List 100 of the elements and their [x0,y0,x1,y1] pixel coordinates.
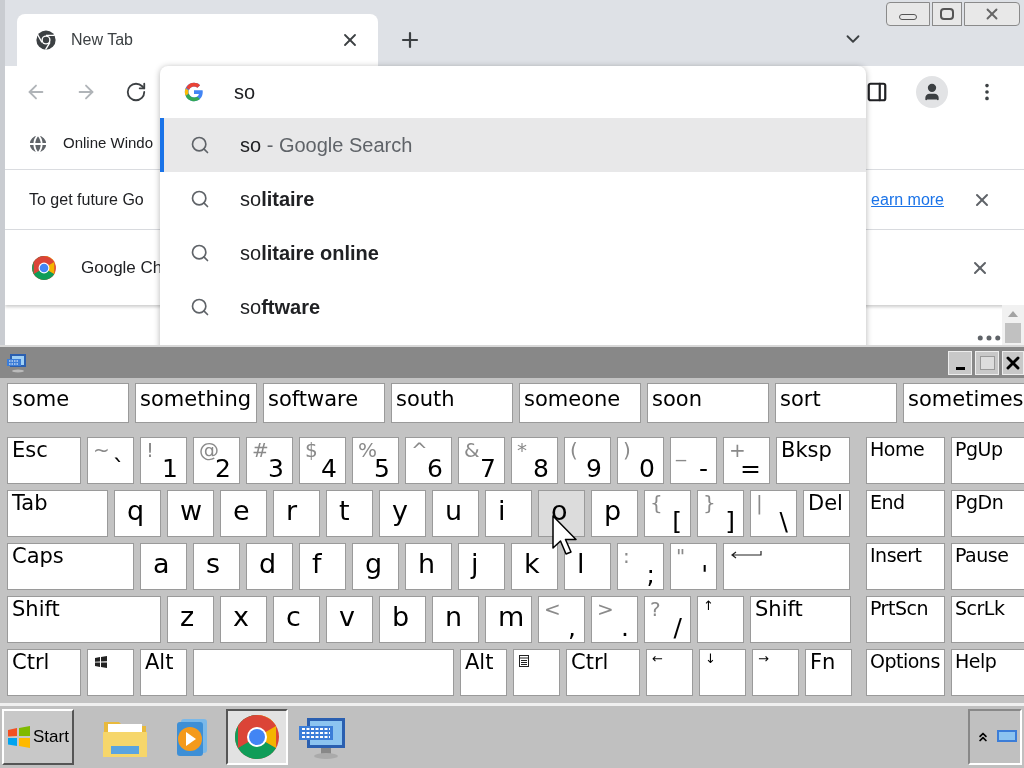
key[interactable]: Pause [951,543,1024,590]
key[interactable]: & 7 [458,437,505,484]
key[interactable] [87,649,134,696]
key[interactable]: Help [951,649,1024,696]
minimize-button[interactable] [886,2,930,26]
key[interactable]: ! 1 [140,437,187,484]
key[interactable]: a [140,543,187,590]
key[interactable]: y [379,490,426,537]
key[interactable]: z [167,596,214,643]
key[interactable]: k [511,543,558,590]
suggestion-row[interactable]: solitaire online [160,226,866,280]
key[interactable]: Del [803,490,850,537]
start-button[interactable]: Start [2,709,74,765]
key[interactable]: _ - [670,437,717,484]
key[interactable]: i [485,490,532,537]
word-suggestion[interactable]: something [135,383,257,423]
maximize-button[interactable] [932,2,962,26]
word-suggestion[interactable]: someone [519,383,641,423]
key[interactable]: w [167,490,214,537]
browser-tab[interactable]: New Tab [17,14,378,66]
key[interactable]: d [246,543,293,590]
side-panel-icon[interactable] [866,81,888,103]
key[interactable]: c [273,596,320,643]
key[interactable]: x [220,596,267,643]
key[interactable]: l [564,543,611,590]
key[interactable]: % 5 [352,437,399,484]
key[interactable]: Alt [460,649,507,696]
learn-more-link[interactable]: earn more [871,187,944,212]
key[interactable]: Shift [7,596,161,643]
key[interactable]: Caps [7,543,134,590]
key[interactable]: ^ 6 [405,437,452,484]
key[interactable]: Options [866,649,945,696]
suggestion-row[interactable]: solitaire [160,172,866,226]
scrollbar[interactable] [1002,305,1024,345]
key[interactable]: PrtScn [866,596,945,643]
key[interactable]: t [326,490,373,537]
key[interactable]: Home [866,437,945,484]
word-suggestion[interactable]: some [7,383,129,423]
key[interactable]: < , [538,596,585,643]
key[interactable]: Insert [866,543,945,590]
key[interactable]: ↓ [699,649,746,696]
key[interactable]: m [485,596,532,643]
key[interactable]: PgUp [951,437,1024,484]
word-suggestion[interactable]: sort [775,383,897,423]
key[interactable]: { [ [644,490,691,537]
key[interactable]: b [379,596,426,643]
suggestion-row[interactable]: so - Google Search [160,118,866,172]
key[interactable]: Shift [750,596,851,643]
word-suggestion[interactable]: sometimes [903,383,1024,423]
key[interactable]: j [458,543,505,590]
key[interactable]: : ; [617,543,664,590]
key[interactable]: n [432,596,479,643]
profile-button[interactable] [916,76,948,108]
key[interactable]: ( 9 [564,437,611,484]
key[interactable]: v [326,596,373,643]
suggestion-row[interactable]: software [160,280,866,334]
key[interactable]: ) 0 [617,437,664,484]
key[interactable]: e [220,490,267,537]
key[interactable]: → [752,649,799,696]
key[interactable]: > . [591,596,638,643]
key[interactable]: ? / [644,596,691,643]
key[interactable]: ↑ [697,596,744,643]
key[interactable]: PgDn [951,490,1024,537]
space-key[interactable] [193,649,454,696]
word-suggestion[interactable]: software [263,383,385,423]
key[interactable] [513,649,560,696]
word-suggestion[interactable]: soon [647,383,769,423]
key[interactable]: Ctrl [7,649,81,696]
key[interactable]: * 8 [511,437,558,484]
key[interactable]: | \ [750,490,797,537]
key[interactable]: Fn [805,649,852,696]
key[interactable]: " ' [670,543,717,590]
key[interactable]: End [866,490,945,537]
key[interactable]: s [193,543,240,590]
key[interactable]: ~ ` [87,437,134,484]
key[interactable]: } ] [697,490,744,537]
key[interactable]: r [273,490,320,537]
key[interactable]: f [299,543,346,590]
key[interactable]: p [591,490,638,537]
bookmark[interactable]: Online Windo [27,132,154,155]
key[interactable]: @ 2 [193,437,240,484]
key[interactable]: h [405,543,452,590]
reload-icon[interactable] [125,81,147,103]
key[interactable]: u [432,490,479,537]
chevrons-up-icon[interactable] [976,730,990,744]
key[interactable]: Tab [7,490,108,537]
key[interactable]: Ctrl [566,649,640,696]
taskbar-button[interactable] [226,709,288,765]
key[interactable]: # 3 [246,437,293,484]
key[interactable]: Esc [7,437,81,484]
word-suggestion[interactable]: south [391,383,513,423]
key[interactable]: + = [723,437,770,484]
key[interactable]: g [352,543,399,590]
key[interactable]: $ 4 [299,437,346,484]
key[interactable]: q [114,490,161,537]
key[interactable]: Alt [140,649,187,696]
key[interactable]: ScrLk [951,596,1024,643]
key[interactable]: ← [646,649,693,696]
address-field[interactable]: so [234,77,866,107]
key[interactable]: Bksp [776,437,850,484]
